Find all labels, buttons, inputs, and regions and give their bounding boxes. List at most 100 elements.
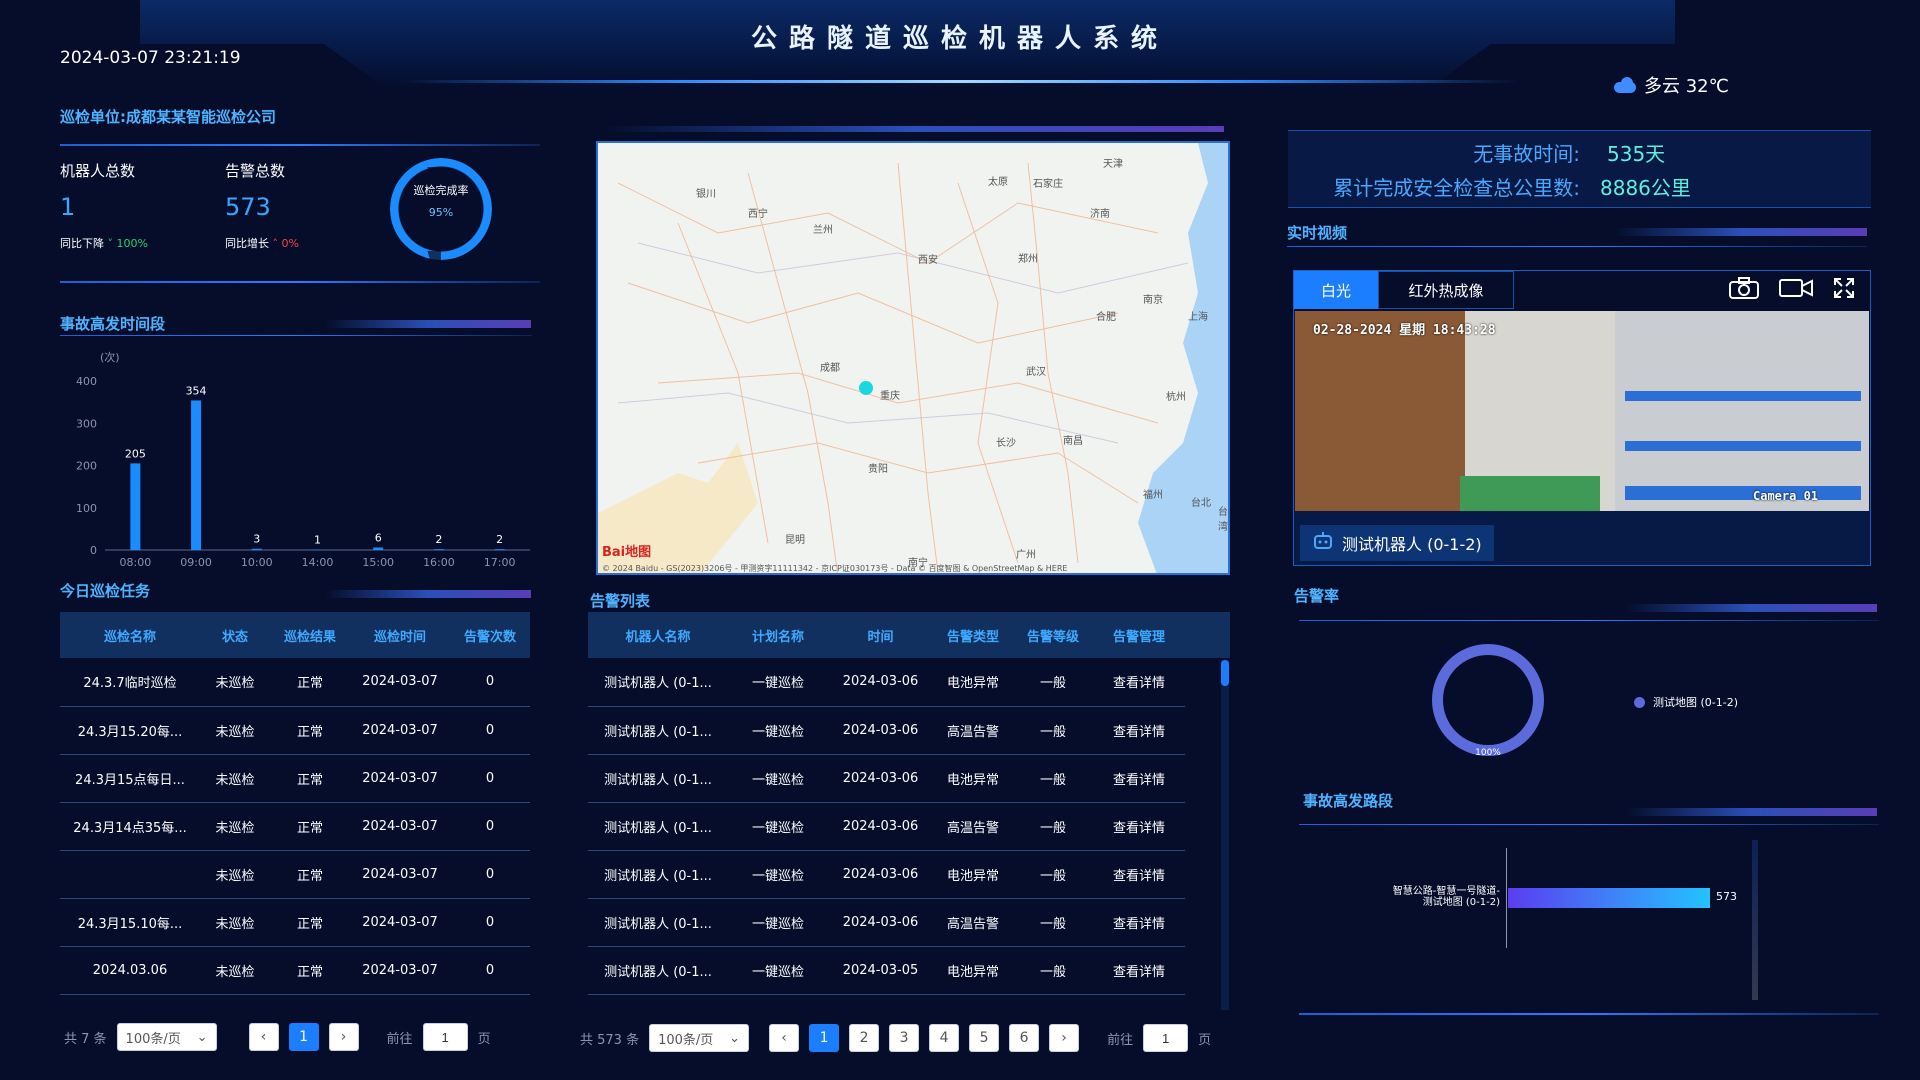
table-cell: 未巡检 (200, 850, 270, 899)
table-cell: 一键巡检 (728, 898, 828, 947)
table-row[interactable]: 24.3月14点35每... 未巡检 正常 2024-03-07 0 (60, 802, 530, 851)
page-button[interactable]: 1 (288, 1023, 319, 1051)
table-row[interactable]: 测试机器人 (0-1... 一键巡检 2024-03-06 电池异常 一般 查看详情 (588, 754, 1230, 803)
page-button[interactable]: 1 (809, 1024, 840, 1052)
map-city-label: 上海 (1188, 312, 1208, 323)
column-header: 计划名称 (728, 612, 828, 658)
goto-page-input[interactable] (1143, 1024, 1189, 1052)
robot-selector[interactable]: 测试机器人 (0-1-2) (1300, 525, 1494, 561)
table-cell: 高温告警 (933, 706, 1013, 755)
goto-page-input[interactable] (422, 1023, 468, 1051)
table-cell: 电池异常 (933, 658, 1013, 707)
video-scene-bins (1625, 441, 1861, 451)
table-cell: 2024-03-06 (828, 754, 933, 803)
alarm-scrollbar-thumb[interactable] (1221, 660, 1229, 686)
safe-days-label: 无事故时间: (1473, 142, 1580, 166)
page-button[interactable]: 4 (929, 1024, 960, 1052)
road-axis (1506, 848, 1507, 948)
divider (60, 335, 532, 336)
video-scene-door (1295, 311, 1465, 511)
map-view[interactable]: 天津 太原 石家庄 济南 银川 西宁 兰州 郑州 西安 南京 合肥 上海 成都 武汉 杭州 重庆 长沙 南昌 贵阳福… (596, 141, 1230, 575)
x-tick-label: 09:00 (180, 556, 212, 569)
view-details-link[interactable]: 查看详情 (1093, 898, 1185, 947)
column-header: 状态 (200, 612, 270, 658)
table-row[interactable]: 24.3月15.10每... 未巡检 正常 2024-03-07 0 (60, 898, 530, 947)
table-row[interactable]: 24.3月15点每日... 未巡检 正常 2024-03-07 0 (60, 754, 530, 803)
x-tick-label: 17:00 (484, 556, 516, 569)
y-tick-label: 300 (76, 417, 97, 430)
alarm-scrollbar[interactable] (1221, 660, 1229, 1010)
table-row[interactable]: 测试机器人 (0-1... 一键巡检 2024-03-06 高温告警 一般 查看详情 (588, 898, 1230, 947)
view-details-link[interactable]: 查看详情 (1093, 754, 1185, 803)
table-row[interactable]: 测试机器人 (0-1... 一键巡检 2024-03-06 电池异常 一般 查看详情 (588, 658, 1230, 707)
camera-snapshot-icon[interactable] (1728, 276, 1760, 306)
table-cell: 未巡检 (200, 946, 270, 995)
tab-white-light[interactable]: 白光 (1294, 271, 1378, 309)
map-city-label: 合肥 (1096, 312, 1116, 323)
page-button[interactable]: 2 (849, 1024, 880, 1052)
table-row[interactable]: 测试机器人 (0-1... 一键巡检 2024-03-06 高温告警 一般 查看详情 (588, 706, 1230, 755)
table-row[interactable]: 24.3.7临时巡检 未巡检 正常 2024-03-07 0 (60, 658, 530, 707)
page-button[interactable]: 3 (889, 1024, 920, 1052)
page-button[interactable]: 5 (969, 1024, 1000, 1052)
road-title: 事故高发路段 (1303, 792, 1394, 810)
road-bar (1508, 888, 1710, 908)
trend-down-icon: ˅ (107, 237, 114, 250)
view-details-link[interactable]: 查看详情 (1093, 850, 1185, 899)
table-cell: 0 (450, 850, 530, 899)
task-pager: 共 7 条 100条/页 ⌄ ‹ 1 › 前往 页 (64, 1023, 491, 1051)
alarm-table-header: 机器人名称 计划名称 时间 告警类型 告警等级 告警管理 (588, 612, 1230, 658)
view-details-link[interactable]: 查看详情 (1093, 946, 1185, 995)
prev-page-button[interactable]: ‹ (769, 1024, 800, 1052)
view-details-link[interactable]: 查看详情 (1093, 802, 1185, 851)
video-record-icon[interactable] (1778, 276, 1814, 306)
page-size-value: 100条/页 (125, 1031, 181, 1047)
x-tick-label: 10:00 (241, 556, 273, 569)
table-row[interactable]: 24.3月15.20每... 未巡检 正常 2024-03-07 0 (60, 706, 530, 755)
column-header: 告警类型 (933, 612, 1013, 658)
map-city-label: 银川 (696, 189, 716, 200)
accident-time-title: 事故高发时间段 (60, 315, 166, 333)
alarms-trend-value: 0% (281, 237, 299, 250)
alarm-rate-ring (1432, 644, 1544, 756)
page-button[interactable]: 6 (1009, 1024, 1040, 1052)
map-city-label: 西宁 (748, 209, 768, 220)
robot-name: 测试机器人 (0-1-2) (1342, 535, 1482, 554)
table-row[interactable]: 测试机器人 (0-1... 一键巡检 2024-03-06 高温告警 一般 查看详情 (588, 802, 1230, 851)
view-details-link[interactable]: 查看详情 (1093, 706, 1185, 755)
table-row[interactable]: 未巡检 正常 2024-03-07 0 (60, 850, 530, 899)
map-city-label: 重庆 (880, 391, 900, 402)
video-frame[interactable]: 02-28-2024 星期 18:43:28 Camera 01 (1295, 311, 1869, 511)
page-size-select[interactable]: 100条/页 ⌄ (649, 1024, 750, 1052)
table-cell: 未巡检 (200, 706, 270, 755)
table-cell: 0 (450, 754, 530, 803)
tab-infrared[interactable]: 红外热成像 (1378, 271, 1514, 309)
view-details-link[interactable]: 查看详情 (1093, 658, 1185, 707)
table-cell: 未巡检 (200, 802, 270, 851)
fullscreen-icon[interactable] (1832, 276, 1856, 306)
map-city-label: 武汉 (1026, 367, 1046, 378)
column-header: 巡检名称 (60, 612, 200, 658)
table-cell: 电池异常 (933, 850, 1013, 899)
table-row[interactable]: 测试机器人 (0-1... 一键巡检 2024-03-05 电池异常 一般 查看详情 (588, 946, 1230, 995)
bar-value-label: 3 (253, 533, 260, 546)
next-page-button[interactable]: › (328, 1023, 359, 1051)
table-cell: 2024-03-06 (828, 658, 933, 707)
road-scroll[interactable] (1752, 840, 1758, 1000)
column-header: 告警次数 (450, 612, 530, 658)
table-cell: 测试机器人 (0-1... (588, 658, 728, 707)
table-cell: 一键巡检 (728, 946, 828, 995)
title-deco (1625, 808, 1877, 816)
video-title: 实时视频 (1287, 224, 1348, 242)
title-deco (325, 320, 531, 328)
table-row[interactable]: 测试机器人 (0-1... 一键巡检 2024-03-06 电池异常 一般 查看详情 (588, 850, 1230, 899)
pager-total: 共 7 条 (64, 1031, 107, 1047)
table-cell: 一般 (1013, 754, 1093, 803)
video-osd-camera: Camera 01 (1753, 489, 1819, 503)
page-size-select[interactable]: 100条/页 ⌄ (116, 1023, 217, 1051)
cloud-icon (1612, 77, 1638, 93)
prev-page-button[interactable]: ‹ (248, 1023, 279, 1051)
alarms-value: 573 (225, 193, 271, 221)
table-row[interactable]: 2024.03.06 未巡检 正常 2024-03-07 0 (60, 946, 530, 995)
next-page-button[interactable]: › (1049, 1024, 1080, 1052)
